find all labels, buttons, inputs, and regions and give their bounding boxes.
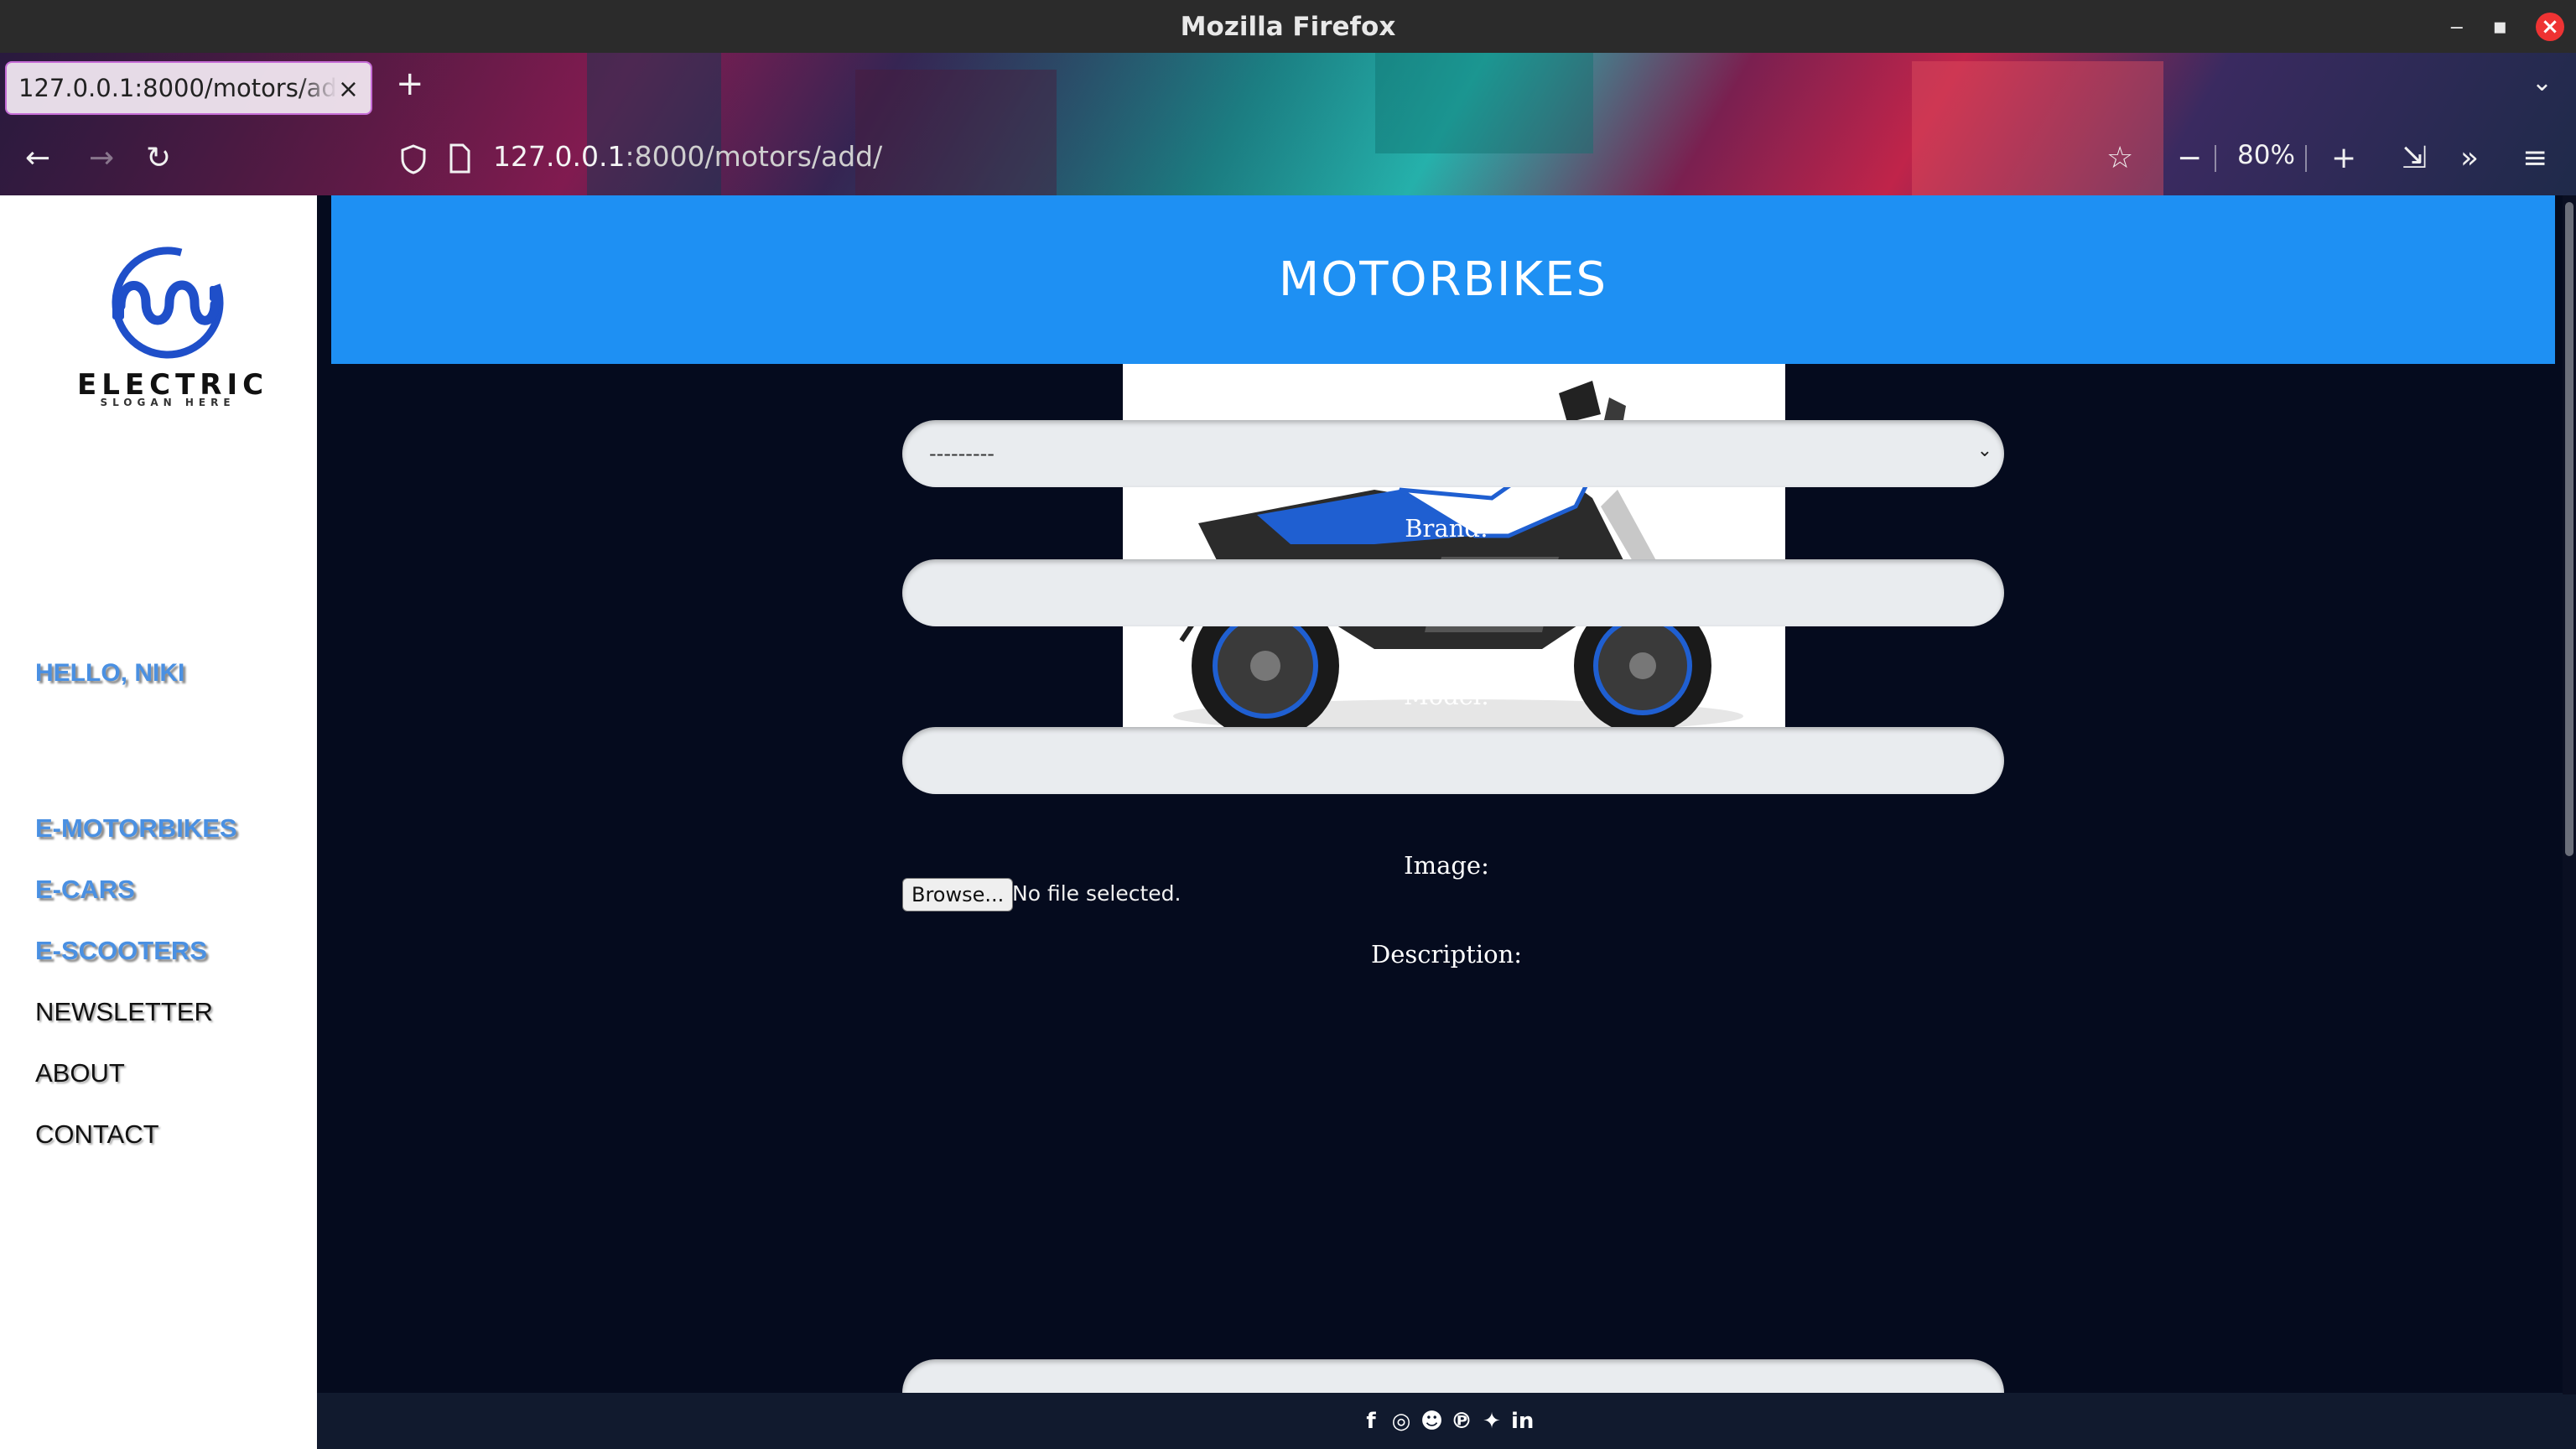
model-label: Model: xyxy=(1404,682,1489,710)
category-select[interactable]: --------- ⌄ xyxy=(902,420,2004,487)
chevron-down-icon: ⌄ xyxy=(1976,440,1992,461)
zoom-in-icon[interactable]: + xyxy=(2331,140,2356,177)
tab-list-icon[interactable]: ⌄ xyxy=(2532,68,2553,97)
nav-newsletter[interactable]: NEWSLETTER xyxy=(35,997,213,1027)
nav-e-scooters[interactable]: E-SCOOTERS xyxy=(35,936,207,966)
browse-button[interactable]: Browse... xyxy=(902,878,1014,911)
zoom-out-icon[interactable]: − xyxy=(2177,140,2202,177)
close-window-button[interactable]: × xyxy=(2536,0,2564,53)
shield-icon[interactable] xyxy=(399,143,428,175)
page-icon[interactable] xyxy=(448,143,471,174)
model-input[interactable] xyxy=(902,727,2004,794)
main-content: MOTORBIKES Category: --------- ⌄ Brand: … xyxy=(317,195,2576,1449)
page-scrollbar[interactable] xyxy=(2563,195,2576,1394)
url-bar[interactable]: 127.0.0.1:8000/motors/add/ xyxy=(394,135,2122,184)
category-label: Category: xyxy=(1385,387,1508,415)
image-label: Image: xyxy=(1404,851,1489,880)
tab-active[interactable]: 127.0.0.1:8000/motors/add/ × xyxy=(5,61,372,115)
page-title: MOTORBIKES xyxy=(1278,252,1608,307)
forward-icon[interactable]: → xyxy=(89,140,114,177)
nav-e-motorbikes[interactable]: E-MOTORBIKES xyxy=(35,813,237,844)
overflow-menu-icon[interactable]: » xyxy=(2460,140,2479,177)
toolbar-separator xyxy=(2215,145,2216,172)
maximize-button[interactable]: ▪ xyxy=(2492,0,2507,53)
maximize-icon: ▪ xyxy=(2492,13,2507,39)
reload-icon[interactable]: ↻ xyxy=(146,140,171,177)
url-text[interactable]: 127.0.0.1:8000/motors/add/ xyxy=(493,140,882,173)
twitter-icon[interactable]: ✦ xyxy=(1481,1409,1503,1434)
minimize-button[interactable]: ‒ xyxy=(2449,0,2464,53)
electric-logo-icon[interactable] xyxy=(72,246,263,371)
category-selected-value: --------- xyxy=(929,442,995,465)
page-banner: MOTORBIKES xyxy=(331,195,2555,364)
nav-about[interactable]: ABOUT xyxy=(35,1058,125,1088)
logo-slogan: SLOGAN HERE xyxy=(100,397,236,408)
extensions-icon[interactable]: ⇲ xyxy=(2402,140,2427,177)
brand-label: Brand: xyxy=(1405,514,1488,543)
linkedin-icon[interactable]: in xyxy=(1511,1409,1534,1434)
bookmark-star-icon[interactable]: ☆ xyxy=(2106,140,2133,177)
tab-title: 127.0.0.1:8000/motors/add/ xyxy=(18,74,337,102)
close-icon: × xyxy=(2536,12,2564,41)
instagram-icon[interactable]: ◎ xyxy=(1390,1409,1412,1434)
tab-close-icon[interactable]: × xyxy=(338,75,359,104)
url-host: 127.0.0.1 xyxy=(493,140,626,173)
window-title: Mozilla Firefox xyxy=(1180,11,1396,42)
no-file-text: No file selected. xyxy=(1012,881,1182,906)
window-titlebar: Mozilla Firefox ‒ ▪ × xyxy=(0,0,2576,53)
url-path: :8000/motors/add/ xyxy=(625,140,883,173)
nav-e-cars[interactable]: E-CARS xyxy=(35,875,135,905)
new-tab-icon[interactable]: + xyxy=(396,65,424,103)
hamburger-menu-icon[interactable]: ≡ xyxy=(2522,140,2547,177)
back-icon[interactable]: ← xyxy=(25,140,50,177)
minimize-icon: ‒ xyxy=(2449,13,2464,39)
navigation-toolbar: ← → ↻ 127.0.0.1:8000/motors/add/ ☆ − 80%… xyxy=(0,123,2576,195)
browser-chrome: 127.0.0.1:8000/motors/add/ × + ⌄ ← → ↻ 1… xyxy=(0,53,2576,195)
pinterest-icon[interactable]: ℗ xyxy=(1451,1409,1472,1434)
nav-contact[interactable]: CONTACT xyxy=(35,1119,159,1150)
sidebar: ELECTRIC SLOGAN HERE HELLO, NIKI E-MOTOR… xyxy=(0,195,317,1449)
snapchat-icon[interactable]: ☻ xyxy=(1420,1409,1443,1434)
toolbar-separator xyxy=(2305,145,2307,172)
brand-input[interactable] xyxy=(902,559,2004,626)
scrollbar-thumb[interactable] xyxy=(2565,202,2573,856)
footer: f ◎ ☻ ℗ ✦ in xyxy=(317,1393,2576,1449)
facebook-icon[interactable]: f xyxy=(1360,1409,1382,1434)
page-content: ELECTRIC SLOGAN HERE HELLO, NIKI E-MOTOR… xyxy=(0,195,2576,1449)
description-label: Description: xyxy=(1370,940,1523,969)
user-greeting: HELLO, NIKI xyxy=(35,659,185,687)
zoom-level[interactable]: 80% xyxy=(2237,140,2295,170)
